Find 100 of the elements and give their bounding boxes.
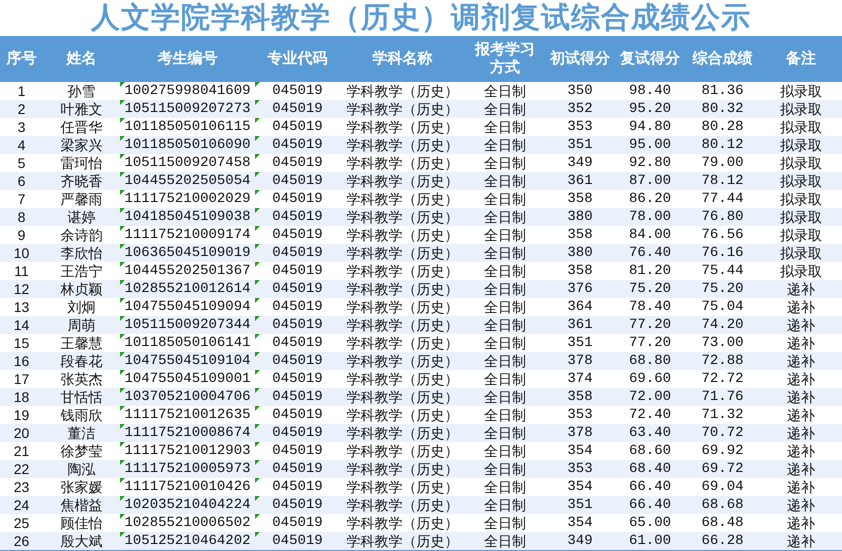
table-cell: 18 xyxy=(14,388,30,406)
table-cell: 12 xyxy=(14,280,30,298)
table-cell: 7 xyxy=(18,190,26,208)
table-cell: 学科教学（历史） xyxy=(346,370,458,388)
table-cell: 98.40 xyxy=(628,82,671,100)
triangle-icon xyxy=(255,244,260,249)
table-cell: 学科教学（历史） xyxy=(346,100,458,118)
table-cell: 69.60 xyxy=(628,370,671,388)
table-cell: 77.44 xyxy=(701,190,744,208)
table-cell: 15 xyxy=(14,334,30,352)
table-cell: 焦楷益 xyxy=(60,496,102,514)
table-cell: 递补 xyxy=(787,496,815,514)
table-cell: 045019 xyxy=(272,118,323,136)
triangle-icon xyxy=(255,388,260,393)
table-cell: 104455202501367 xyxy=(124,262,251,280)
table-cell: 104755045109001 xyxy=(124,370,251,388)
table-cell: 学科教学（历史） xyxy=(346,316,458,334)
table-cell: 学科教学（历史） xyxy=(346,190,458,208)
table-cell: 66.40 xyxy=(628,478,671,496)
column-header: 复试得分 xyxy=(620,50,680,68)
triangle-icon xyxy=(255,370,260,375)
table-cell: 63.40 xyxy=(628,424,671,442)
table-cell: 68.48 xyxy=(701,514,744,532)
table-cell: 104755045109094 xyxy=(124,298,251,316)
table-cell: 045019 xyxy=(272,460,323,478)
table-cell: 111175210008674 xyxy=(124,424,251,442)
table-cell: 72.00 xyxy=(628,388,671,406)
table-cell: 拟录取 xyxy=(780,244,822,262)
table-cell: 拟录取 xyxy=(780,118,822,136)
table-cell: 92.80 xyxy=(628,154,671,172)
table-cell: 全日制 xyxy=(484,136,526,154)
table-cell: 25 xyxy=(14,514,30,532)
table-cell: 349 xyxy=(567,154,593,172)
table-cell: 全日制 xyxy=(484,388,526,406)
triangle-icon xyxy=(255,208,260,213)
table-cell: 045019 xyxy=(272,442,323,460)
table-cell: 380 xyxy=(567,208,593,226)
table-cell: 353 xyxy=(567,118,593,136)
table-cell: 361 xyxy=(567,172,593,190)
table-cell: 045019 xyxy=(272,424,323,442)
table-cell: 22 xyxy=(14,460,30,478)
table-cell: 学科教学（历史） xyxy=(346,226,458,244)
triangle-icon xyxy=(120,136,125,141)
table-cell: 378 xyxy=(567,352,593,370)
triangle-icon xyxy=(120,244,125,249)
table-cell: 77.20 xyxy=(628,334,671,352)
table-cell: 雷珂怡 xyxy=(60,154,102,172)
triangle-icon xyxy=(120,406,125,411)
table-cell: 351 xyxy=(567,496,593,514)
triangle-icon xyxy=(120,316,125,321)
table-cell: 352 xyxy=(567,100,593,118)
table-cell: 102855210006502 xyxy=(124,514,251,532)
table-cell: 75.44 xyxy=(701,262,744,280)
table-cell: 11 xyxy=(14,262,29,280)
table-cell: 105115009207273 xyxy=(124,100,251,118)
table-cell: 354 xyxy=(567,514,593,532)
triangle-icon xyxy=(255,514,260,519)
table-cell: 81.20 xyxy=(628,262,671,280)
table-cell: 045019 xyxy=(272,280,323,298)
triangle-icon xyxy=(255,82,260,87)
table-cell: 全日制 xyxy=(484,496,526,514)
column-header: 学科名称 xyxy=(372,50,432,68)
triangle-icon xyxy=(120,280,125,285)
table-cell: 学科教学（历史） xyxy=(346,352,458,370)
triangle-icon xyxy=(120,388,125,393)
table-cell: 045019 xyxy=(272,100,323,118)
table-cell: 拟录取 xyxy=(780,208,822,226)
table-cell: 林贞颖 xyxy=(60,280,102,298)
table-cell: 045019 xyxy=(272,352,323,370)
table-cell: 学科教学（历史） xyxy=(346,280,458,298)
triangle-icon xyxy=(255,280,260,285)
table-cell: 68.68 xyxy=(701,496,744,514)
table-cell: 87.00 xyxy=(628,172,671,190)
triangle-icon xyxy=(255,442,260,447)
table-cell: 全日制 xyxy=(484,316,526,334)
triangle-icon xyxy=(255,226,260,231)
table-cell: 045019 xyxy=(272,262,323,280)
table-cell: 100275998041609 xyxy=(124,82,251,100)
table-cell: 78.00 xyxy=(628,208,671,226)
table-cell: 045019 xyxy=(272,208,323,226)
triangle-icon xyxy=(255,478,260,483)
table-cell: 68.80 xyxy=(628,352,671,370)
table-cell: 拟录取 xyxy=(780,154,822,172)
table-cell: 徐梦莹 xyxy=(60,442,102,460)
table-cell: 358 xyxy=(567,388,593,406)
table-cell: 376 xyxy=(567,280,593,298)
triangle-icon xyxy=(255,496,260,501)
table-cell: 72.40 xyxy=(628,406,671,424)
table-cell: 全日制 xyxy=(484,154,526,172)
table-cell: 111175210012903 xyxy=(124,442,251,460)
table-cell: 10 xyxy=(14,244,30,262)
table-cell: 72.88 xyxy=(701,352,744,370)
triangle-icon xyxy=(120,208,125,213)
triangle-icon xyxy=(120,496,125,501)
triangle-icon xyxy=(120,172,125,177)
table-cell: 68.60 xyxy=(628,442,671,460)
table-cell: 75.20 xyxy=(701,280,744,298)
table-cell: 76.16 xyxy=(701,244,744,262)
table-cell: 拟录取 xyxy=(780,136,822,154)
table-cell: 学科教学（历史） xyxy=(346,406,458,424)
